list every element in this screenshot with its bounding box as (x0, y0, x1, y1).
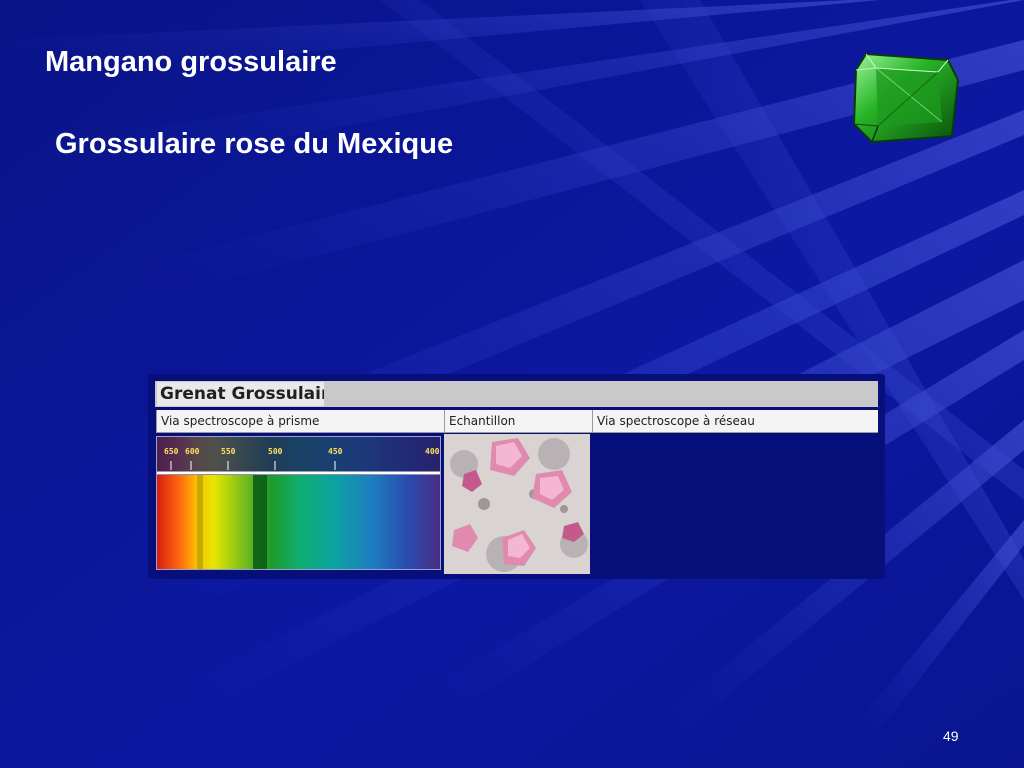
scale-label-550: 550 (221, 447, 236, 456)
column-sample-header: Echantillon (444, 410, 592, 433)
prism-spectrum: 650 600 550 500 450 400 (156, 436, 441, 570)
page-number: 49 (943, 728, 959, 744)
scale-label-400: 400 (425, 447, 440, 456)
sample-photo (444, 434, 590, 574)
scale-label-650: 650 (164, 447, 179, 456)
scale-label-600: 600 (185, 447, 200, 456)
scale-label-500: 500 (268, 447, 283, 456)
spectrum-graphic: 650 600 550 500 450 400 (157, 437, 440, 569)
figure-header-title: Grenat Grossulaire (157, 382, 324, 406)
green-gemstone-icon (852, 52, 960, 144)
slide-title: Mangano grossulaire (45, 46, 337, 78)
column-grating-header: Via spectroscope à réseau (592, 410, 878, 433)
column-prism-header: Via spectroscope à prisme (156, 410, 444, 433)
slide-subtitle: Grossulaire rose du Mexique (55, 128, 454, 160)
scale-label-450: 450 (328, 447, 343, 456)
